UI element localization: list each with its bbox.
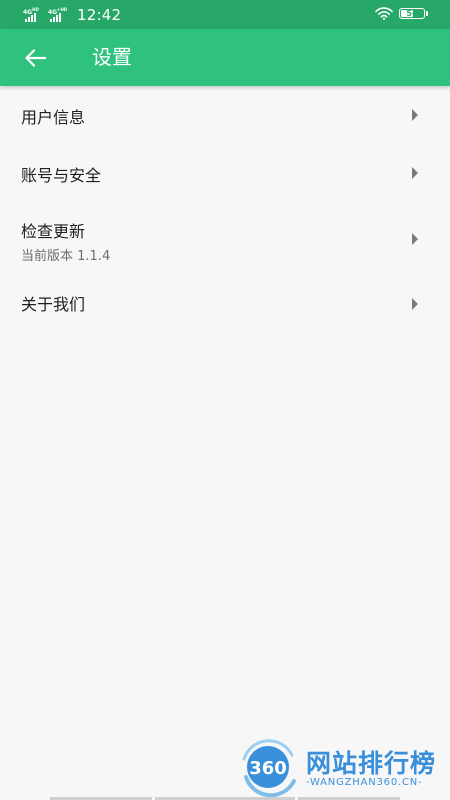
clock: 12:42 xyxy=(77,6,122,24)
settings-item-label: 账号与安全 xyxy=(21,166,102,185)
settings-item-about-us[interactable]: 关于我们 xyxy=(0,275,450,333)
settings-item-account-security[interactable]: 账号与安全 xyxy=(0,144,450,202)
watermark-logo: 360 xyxy=(242,739,296,798)
network-hd-1: HD xyxy=(32,7,39,12)
page-title: 设置 xyxy=(92,45,132,69)
settings-list: 用户信息 账号与安全 检查更新 当前版本 1.1.4 关于我们 xyxy=(0,86,450,333)
arrow-left-icon xyxy=(25,49,46,67)
settings-item-user-info[interactable]: 用户信息 xyxy=(0,86,450,144)
settings-item-check-update[interactable]: 检查更新 当前版本 1.1.4 xyxy=(0,202,450,275)
watermark-domain: -WANGZHAN360.CN- xyxy=(306,777,423,788)
chevron-right-icon xyxy=(412,298,418,310)
watermark-badge: 360 xyxy=(249,758,287,779)
network-hd-2: +HD xyxy=(57,7,68,12)
wifi-icon xyxy=(375,7,393,20)
settings-item-label: 关于我们 xyxy=(21,295,86,314)
back-button[interactable] xyxy=(14,37,56,79)
chevron-right-icon xyxy=(412,167,418,179)
battery-level: 56 xyxy=(406,9,418,18)
app-version: 当前版本 1.1.4 xyxy=(21,249,111,264)
app-bar: 设置 xyxy=(0,29,450,86)
settings-item-label: 用户信息 xyxy=(21,108,86,127)
status-bar: 4GHD 4G+HD 12:42 56 xyxy=(0,0,450,29)
signal-bars-icon xyxy=(50,13,62,22)
watermark: 360 网站排行榜 -WANGZHAN360.CN- xyxy=(236,737,450,800)
chevron-right-icon xyxy=(412,109,418,121)
watermark-brand: 网站排行榜 xyxy=(306,749,437,778)
battery-icon: 56 xyxy=(399,8,428,19)
signal-sim2: 4G+HD xyxy=(48,7,70,23)
status-right: 56 xyxy=(375,7,428,20)
signal-bars-icon xyxy=(25,13,37,22)
settings-item-label: 检查更新 xyxy=(21,222,86,241)
status-left: 4GHD 4G+HD 12:42 xyxy=(23,5,121,25)
signal-sim1: 4GHD xyxy=(23,7,45,23)
chevron-right-icon xyxy=(412,232,418,245)
